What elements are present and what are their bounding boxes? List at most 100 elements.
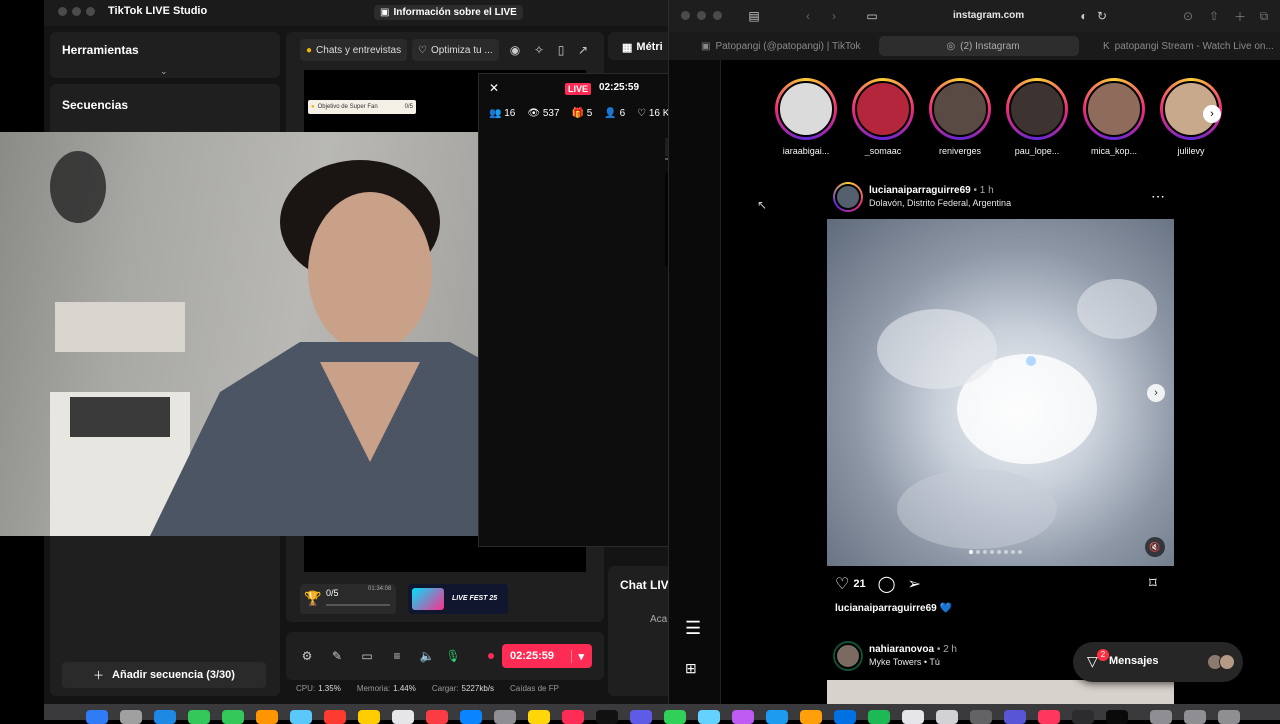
volume-icon[interactable]: 🔈 [418,647,436,665]
story-item[interactable]: pau_lope... [1006,78,1068,156]
share-icon[interactable]: ↗ [574,41,592,59]
record-icon[interactable]: ◉ [506,41,524,59]
app-icon[interactable] [834,710,856,724]
new-tab-icon[interactable]: ＋ [1231,7,1249,25]
app-icon[interactable] [1072,710,1094,724]
microphone-icon[interactable]: 🎙 [444,647,462,665]
reminders-icon[interactable] [392,710,414,724]
privacy-icon[interactable]: ◐ [1075,7,1093,25]
trash-icon[interactable] [1218,710,1240,724]
download-icon[interactable]: ⊙ [1179,7,1197,25]
app-icon[interactable] [970,710,992,724]
tab-tiktok[interactable]: ▣ Patopangi (@patopangi) | TikTok [693,36,879,56]
mail-icon[interactable] [290,710,312,724]
goal-widget[interactable]: 🏆 0/5 01:34:08 [300,584,396,614]
expand-chevron-icon[interactable]: ⌄ [160,66,168,77]
sparkle-icon[interactable]: ✧ [530,41,548,59]
caption-username[interactable]: lucianaiparraguirre69 [835,603,937,614]
tab-instagram[interactable]: ◎ (2) Instagram [879,36,1079,56]
calendar-icon[interactable] [324,710,346,724]
zoom-window-button[interactable] [86,7,95,16]
app-icon[interactable] [664,710,686,724]
app-icon[interactable] [1004,710,1026,724]
post-avatar[interactable] [833,182,863,212]
plus-icon: ＋ [93,670,105,682]
menu-icon[interactable]: ☰ [685,618,701,639]
chevron-down-icon[interactable]: ▾ [571,649,592,663]
share-icon[interactable]: ⇧ [1205,7,1223,25]
close-window-button[interactable] [681,11,690,20]
spotify-icon[interactable] [868,710,890,724]
finder-icon[interactable] [86,710,108,724]
screen-icon[interactable]: ▭ [358,647,376,665]
podcasts-icon[interactable] [562,710,584,724]
tab-kick[interactable]: K patopangi Stream - Watch Live on... [1095,36,1280,56]
app-icon[interactable] [1038,710,1060,724]
app-icon[interactable] [698,710,720,724]
app-icon[interactable] [902,710,924,724]
story-item[interactable]: iaraabigai... [775,78,837,156]
safari-icon[interactable] [154,710,176,724]
story-item[interactable]: mica_kop... [1083,78,1145,156]
app-icon[interactable] [936,710,958,724]
messages-icon[interactable] [188,710,210,724]
folder-icon[interactable] [528,710,550,724]
live-fest-banner[interactable]: LIVE FEST 25 [408,584,508,614]
sliders-icon[interactable]: ≡ [388,647,406,665]
bookmark-icon[interactable]: ⌑ [1149,574,1157,592]
story-item[interactable]: reniverges [929,78,991,156]
apps-grid-icon[interactable]: ⊞ [685,660,697,677]
comment-icon[interactable]: ◯ [878,574,896,594]
app-icon[interactable] [732,710,754,724]
next-post-avatar[interactable] [833,641,863,671]
minimize-window-button[interactable] [697,11,706,20]
page-menu-icon[interactable]: ▭ [863,7,881,25]
post-location[interactable]: Dolavón, Distrito Federal, Argentina [869,198,1011,208]
back-icon[interactable]: ‹ [799,7,817,25]
phone-icon[interactable]: ▯ [552,41,570,59]
more-options-icon[interactable]: ⋯ [1151,188,1165,205]
tab-chats-interviews[interactable]: ● Chats y entrevistas [300,39,408,61]
like-heart-icon[interactable]: ♡ [835,574,849,594]
story-item[interactable]: _somaac [852,78,914,156]
carousel-next-icon[interactable]: › [1147,384,1165,402]
app-store-icon[interactable] [460,710,482,724]
post-image[interactable]: › 🔇 [827,219,1174,566]
stories-next-icon[interactable]: › [1203,105,1221,123]
facetime-icon[interactable] [222,710,244,724]
next-post-username[interactable]: nahiaranovoa [869,644,934,655]
launchpad-icon[interactable] [120,710,142,724]
live-info-banner[interactable]: ▣ Información sobre el LIVE [374,5,523,20]
app-icon[interactable] [766,710,788,724]
photos-icon[interactable] [256,710,278,724]
tab-overview-icon[interactable]: ⧉ [1255,7,1273,25]
app-icon[interactable] [1106,710,1128,724]
magic-wand-icon[interactable]: ✎ [328,647,346,665]
send-icon[interactable]: ➢ [908,574,921,594]
sidebar-icon[interactable]: ▤ [745,7,763,25]
reload-icon[interactable]: ↻ [1093,7,1111,25]
minimize-window-button[interactable] [72,7,81,16]
app-icon[interactable] [630,710,652,724]
tab-optimize[interactable]: ♡ Optimiza tu ... [412,39,499,61]
music-icon[interactable] [426,710,448,724]
notes-icon[interactable] [358,710,380,724]
post-username[interactable]: lucianaiparraguirre69 [869,185,971,196]
next-post-image[interactable] [827,680,1174,704]
close-icon[interactable]: ✕ [489,81,499,95]
address-bar[interactable]: instagram.com [953,10,1024,21]
app-icon[interactable] [800,710,822,724]
zoom-window-button[interactable] [713,11,722,20]
downloads-stack-icon[interactable] [1150,710,1172,724]
recent-stack-icon[interactable] [1184,710,1206,724]
tiktok-live-studio-icon[interactable] [596,710,618,724]
settings-icon[interactable]: ⚙ [298,647,316,665]
close-window-button[interactable] [58,7,67,16]
end-live-button[interactable]: 02:25:59 ▾ [502,644,592,668]
next-post-subtitle[interactable]: Myke Towers • Tú [869,657,940,667]
mute-icon[interactable]: 🔇 [1145,537,1165,557]
messages-button[interactable]: ▽ 2 Mensajes [1073,642,1243,682]
add-sequence-button[interactable]: ＋ Añadir secuencia (3/30) [62,662,266,688]
settings-icon[interactable] [494,710,516,724]
forward-icon[interactable]: › [825,7,843,25]
